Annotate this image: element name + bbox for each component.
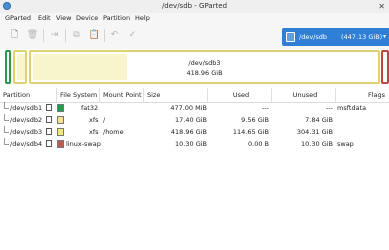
unused-value: 304.31 GiB	[296, 128, 333, 136]
segment-size: 418.96 GiB	[186, 69, 223, 77]
size-value: 17.40 GiB	[175, 116, 207, 124]
size-value: 418.96 GiB	[170, 128, 207, 136]
mount-point: /home	[103, 128, 124, 136]
harddisk-icon	[286, 32, 295, 42]
tree-connector	[4, 114, 9, 121]
menu-partition[interactable]: Partition	[103, 13, 130, 24]
unused-value: ---	[325, 104, 333, 112]
apply-icon[interactable]: ✓	[126, 29, 139, 42]
column-header-mountpoint[interactable]: Mount Point	[99, 88, 143, 102]
filesystem-color-swatch	[57, 104, 64, 112]
unused-value: 10.30 GiB	[301, 140, 333, 148]
device-name: /dev/sdb	[299, 33, 327, 41]
tree-connector	[4, 102, 9, 109]
resize-icon[interactable]: ⇥	[48, 29, 61, 42]
close-icon[interactable]: ✕	[378, 0, 385, 13]
toolbar: 🗋 🗑 ⇥ ⧉ 📋 ↶ ✓ /dev/sdb (447.13 GiB) ▾	[0, 24, 389, 49]
used-value: ---	[261, 104, 269, 112]
menu-edit[interactable]: Edit	[38, 13, 51, 24]
filesystem: xfs	[89, 128, 99, 136]
size-value: 10.30 GiB	[175, 140, 207, 148]
undo-icon[interactable]: ↶	[108, 29, 121, 42]
filesystem-color-swatch	[57, 140, 64, 148]
key-icon	[46, 128, 52, 135]
used-value: 0.00 B	[248, 140, 269, 148]
filesystem: fat32	[81, 104, 99, 112]
delete-icon[interactable]: 🗑	[26, 29, 39, 42]
filesystem-color-swatch	[57, 116, 64, 124]
disk-segment-sdb3[interactable]: /dev/sdb3 418.96 GiB	[29, 50, 380, 84]
new-icon[interactable]: 🗋	[8, 29, 21, 42]
column-header-flags[interactable]: Flags	[335, 88, 389, 102]
partition-name: /dev/sdb4	[10, 140, 43, 148]
menu-device[interactable]: Device	[76, 13, 98, 24]
menu-bar: GParted Edit View Device Partition Help	[0, 13, 389, 24]
menu-view[interactable]: View	[56, 13, 71, 24]
flags-value: swap	[337, 140, 354, 148]
flags-value: msftdata	[337, 104, 367, 112]
tree-connector	[4, 126, 9, 133]
column-header-size[interactable]: Size	[143, 88, 207, 102]
column-header-unused[interactable]: Unused	[271, 88, 335, 102]
partition-name: /dev/sdb3	[10, 128, 43, 136]
lock-icon	[46, 104, 52, 111]
disk-map: /dev/sdb3 418.96 GiB	[5, 50, 389, 84]
copy-icon[interactable]: ⧉	[70, 29, 83, 42]
filesystem-color-swatch	[57, 128, 64, 136]
table-header: Partition File System Mount Point Size U…	[0, 88, 389, 103]
disk-segment-sdb4[interactable]	[381, 50, 389, 84]
column-header-partition[interactable]: Partition	[0, 88, 56, 102]
title-bar: /dev/sdb - GParted ✕	[0, 0, 389, 14]
chevron-down-icon: ▾	[382, 33, 386, 40]
tree-connector	[4, 138, 9, 145]
used-value: 9.56 GiB	[241, 116, 269, 124]
device-selector[interactable]: /dev/sdb (447.13 GiB) ▾	[282, 28, 389, 46]
key-icon	[46, 116, 52, 123]
unused-value: 7.84 GiB	[305, 116, 333, 124]
segment-name: /dev/sdb3	[188, 59, 221, 67]
disk-segment-sdb2[interactable]	[13, 50, 27, 84]
size-value: 477.00 MiB	[170, 104, 207, 112]
menu-gparted[interactable]: GParted	[5, 13, 31, 24]
filesystem: xfs	[89, 116, 99, 124]
column-header-used[interactable]: Used	[207, 88, 271, 102]
table-row[interactable]: /dev/sdb2 xfs / 17.40 GiB 9.56 GiB 7.84 …	[0, 114, 389, 126]
table-row[interactable]: /dev/sdb1 fat32 477.00 MiB --- --- msftd…	[0, 102, 389, 114]
mount-point: /	[103, 116, 106, 124]
used-space-fill	[17, 54, 25, 80]
menu-help[interactable]: Help	[135, 13, 150, 24]
device-size: (447.13 GiB)	[341, 33, 383, 41]
paste-icon[interactable]: 📋	[88, 29, 101, 42]
table-row[interactable]: /dev/sdb3 xfs /home 418.96 GiB 114.65 Gi…	[0, 126, 389, 138]
window-title: /dev/sdb - GParted	[161, 2, 228, 10]
column-header-filesystem[interactable]: File System	[56, 88, 99, 102]
toolbar-separator	[104, 29, 105, 42]
used-value: 114.65 GiB	[232, 128, 269, 136]
table-row[interactable]: /dev/sdb4 linux-swap 10.30 GiB 0.00 B 10…	[0, 138, 389, 150]
partition-name: /dev/sdb1	[10, 104, 43, 112]
toolbar-separator	[65, 29, 66, 42]
partition-name: /dev/sdb2	[10, 116, 43, 124]
disk-segment-sdb1[interactable]	[5, 50, 11, 84]
key-icon	[46, 140, 52, 147]
toolbar-separator	[43, 29, 44, 42]
filesystem: linux-swap	[66, 140, 101, 148]
